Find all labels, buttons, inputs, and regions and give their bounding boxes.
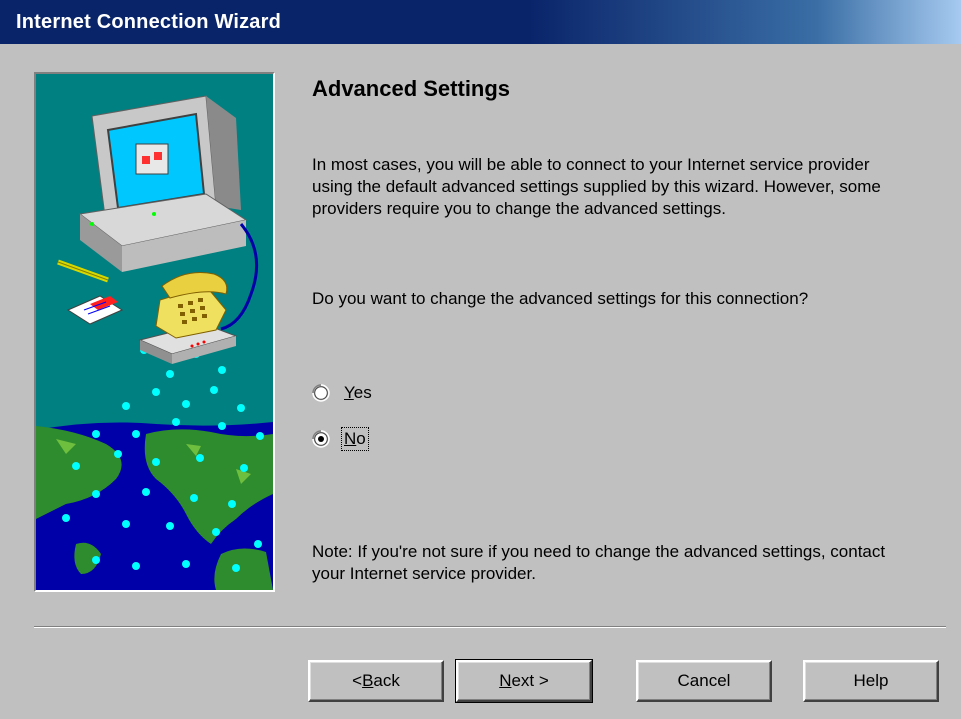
- cancel-button[interactable]: Cancel: [636, 660, 772, 702]
- intro-text: In most cases, you will be able to conne…: [312, 155, 881, 218]
- wizard-illustration: [34, 72, 275, 592]
- label-yes-rest: es: [353, 383, 372, 402]
- button-separator: [34, 626, 946, 628]
- back-button[interactable]: < Back: [308, 660, 444, 702]
- question-text: Do you want to change the advanced setti…: [312, 289, 809, 308]
- page-heading: Advanced Settings: [312, 76, 511, 101]
- radio-option-no[interactable]: No: [312, 427, 369, 451]
- title-bar[interactable]: Internet Connection Wizard: [0, 0, 961, 44]
- label-no-rest: o: [356, 429, 366, 448]
- accel-y: Y: [344, 383, 354, 402]
- back-rest: ack: [373, 671, 400, 690]
- radio-option-yes[interactable]: Yes: [312, 382, 374, 404]
- window-title: Internet Connection Wizard: [16, 10, 282, 33]
- back-prefix: <: [352, 671, 363, 690]
- help-button[interactable]: Help: [803, 660, 939, 702]
- radio-label-yes[interactable]: Yes: [342, 382, 374, 404]
- next-rest: ext >: [511, 671, 549, 690]
- note-text: Note: If you're not sure if you need to …: [312, 542, 886, 583]
- accel-n: N: [344, 429, 357, 448]
- next-button[interactable]: Next >: [455, 659, 593, 703]
- accel-next: N: [499, 671, 512, 690]
- radio-label-no[interactable]: No: [341, 427, 369, 451]
- accel-b: B: [362, 671, 374, 690]
- radio-checked-icon[interactable]: [312, 430, 330, 448]
- wizard-window: Internet Connection Wizard Advanced Sett…: [0, 0, 961, 719]
- radio-unchecked-icon[interactable]: [312, 384, 330, 402]
